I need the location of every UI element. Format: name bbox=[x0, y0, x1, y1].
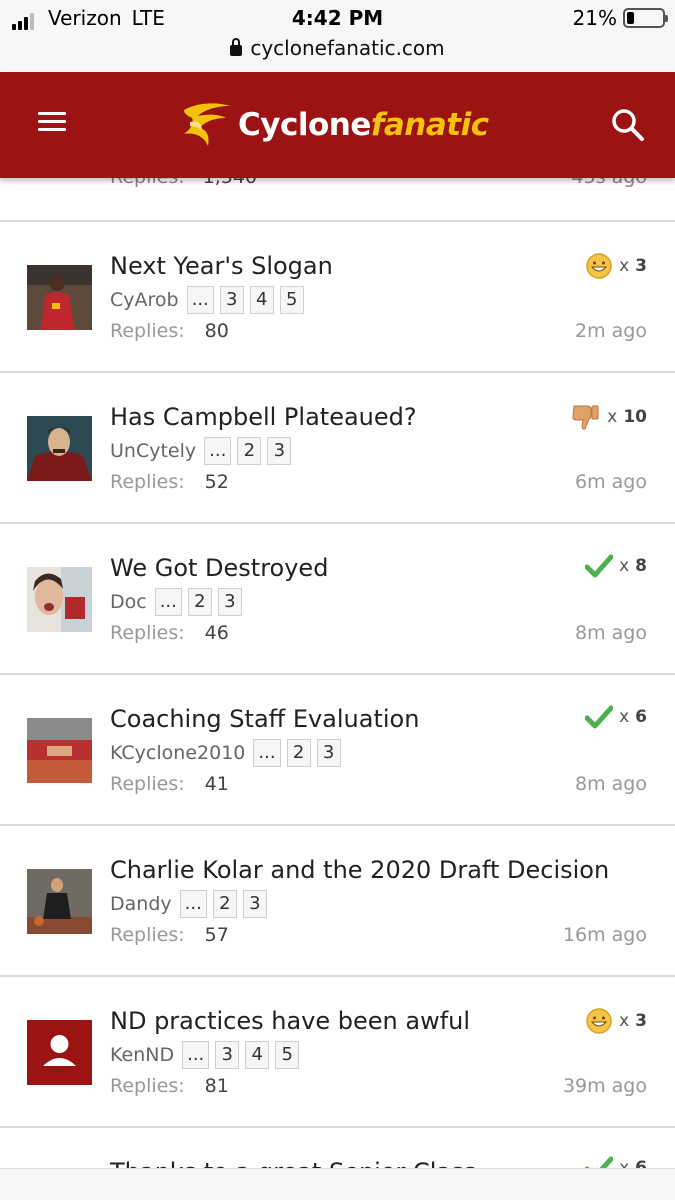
reaction-count: 3 bbox=[635, 256, 647, 276]
last-post-time: 6m ago bbox=[575, 471, 647, 493]
topic-row[interactable]: Has Campbell Plateaued? UnCytely ... 2 3… bbox=[0, 373, 675, 524]
topic-meta: Dandy ... 2 3 bbox=[110, 890, 267, 918]
page-link[interactable]: 3 bbox=[242, 890, 267, 918]
topic-title[interactable]: Coaching Staff Evaluation bbox=[110, 705, 419, 733]
topic-row[interactable]: Charlie Kolar and the 2020 Draft Decisio… bbox=[0, 826, 675, 977]
reply-count: Replies: 41 bbox=[110, 773, 229, 795]
reply-count: Replies: 46 bbox=[110, 622, 229, 644]
page-link[interactable]: 3 bbox=[316, 739, 341, 767]
address-bar[interactable]: cyclonefanatic.com bbox=[0, 36, 675, 60]
last-post-time: 8m ago bbox=[575, 622, 647, 644]
reaction-badge[interactable]: x 10 bbox=[571, 403, 647, 431]
checkmark-icon bbox=[585, 554, 614, 578]
topic-meta: KCyclone2010 ... 2 3 bbox=[110, 739, 341, 767]
browser-toolbar bbox=[0, 1168, 675, 1200]
page-link[interactable]: 2 bbox=[187, 588, 212, 616]
default-user-icon bbox=[27, 1020, 92, 1085]
url-text: cyclonefanatic.com bbox=[250, 36, 445, 60]
battery-icon bbox=[623, 8, 668, 28]
page-link[interactable]: 3 bbox=[215, 1041, 240, 1069]
topic-meta: UnCytely ... 2 3 bbox=[110, 437, 292, 465]
reply-count: Replies: 52 bbox=[110, 471, 229, 493]
author-name[interactable]: Doc bbox=[110, 591, 147, 613]
site-logo[interactable]: Cyclonefanatic bbox=[180, 98, 489, 152]
hamburger-menu-icon[interactable] bbox=[38, 112, 66, 134]
topic-row[interactable]: We Got Destroyed Doc ... 2 3 Replies: 46 … bbox=[0, 524, 675, 675]
grin-emoji-icon bbox=[586, 1008, 612, 1034]
topic-title[interactable]: Next Year's Slogan bbox=[110, 252, 333, 280]
topic-row[interactable]: Next Year's Slogan CyArob ... 3 4 5 Repl… bbox=[0, 222, 675, 373]
author-name[interactable]: KenND bbox=[110, 1044, 174, 1066]
cyclone-logo-icon bbox=[184, 103, 230, 146]
page-link[interactable]: ... bbox=[204, 437, 232, 465]
last-post-time: 39m ago bbox=[562, 1075, 647, 1097]
last-post-time: 2m ago bbox=[575, 320, 647, 342]
topic-title[interactable]: Charlie Kolar and the 2020 Draft Decisio… bbox=[110, 856, 609, 884]
page-link[interactable]: 2 bbox=[237, 437, 262, 465]
thumbs-down-icon bbox=[572, 405, 599, 430]
avatar[interactable] bbox=[27, 265, 92, 330]
avatar[interactable] bbox=[27, 416, 92, 481]
page-link[interactable]: ... bbox=[186, 286, 214, 314]
avatar[interactable] bbox=[27, 567, 92, 632]
page-link[interactable]: ... bbox=[154, 588, 182, 616]
grin-emoji-icon bbox=[586, 253, 612, 279]
page-link[interactable]: 4 bbox=[249, 286, 274, 314]
page-link[interactable]: 2 bbox=[212, 890, 237, 918]
page-link[interactable]: 3 bbox=[217, 588, 242, 616]
last-post-time: 8m ago bbox=[575, 773, 647, 795]
page-link[interactable]: 5 bbox=[275, 1041, 300, 1069]
topic-title[interactable]: ND practices have been awful bbox=[110, 1007, 470, 1035]
logo-wordmark: Cyclonefanatic bbox=[238, 107, 489, 143]
reaction-badge[interactable]: x3 bbox=[585, 1007, 647, 1035]
search-icon[interactable] bbox=[611, 108, 645, 142]
page-link[interactable]: 4 bbox=[245, 1041, 270, 1069]
reaction-badge[interactable]: x3 bbox=[585, 252, 647, 280]
reaction-count: 6 bbox=[635, 707, 647, 727]
page-link[interactable]: ... bbox=[179, 890, 207, 918]
topic-row[interactable]: ND practices have been awful KenND ... 3… bbox=[0, 977, 675, 1128]
reaction-count: 8 bbox=[635, 556, 647, 576]
page-link[interactable]: ... bbox=[182, 1041, 210, 1069]
reply-count: Replies: 57 bbox=[110, 924, 229, 946]
author-name[interactable]: CyArob bbox=[110, 289, 179, 311]
page-link[interactable]: 3 bbox=[219, 286, 244, 314]
avatar[interactable] bbox=[27, 869, 92, 934]
last-post-time: 45s ago bbox=[572, 178, 647, 188]
last-post-time: 16m ago bbox=[562, 924, 647, 946]
lock-icon bbox=[230, 38, 243, 56]
reply-count: Replies: 80 bbox=[110, 320, 229, 342]
topic-row-partial-top[interactable]: Replies: 1,540 45s ago bbox=[0, 178, 675, 222]
reaction-badge[interactable]: x8 bbox=[585, 554, 647, 578]
reply-count: Replies: 81 bbox=[110, 1075, 229, 1097]
topic-row[interactable]: Coaching Staff Evaluation KCyclone2010 .… bbox=[0, 675, 675, 826]
author-name[interactable]: UnCytely bbox=[110, 440, 196, 462]
battery-status: 21% bbox=[572, 6, 668, 30]
topic-meta: Doc ... 2 3 bbox=[110, 588, 242, 616]
author-name[interactable]: Dandy bbox=[110, 893, 172, 915]
topic-title[interactable]: Has Campbell Plateaued? bbox=[110, 403, 417, 431]
site-header: Cyclonefanatic bbox=[0, 72, 675, 178]
page-link[interactable]: 3 bbox=[267, 437, 292, 465]
page-link[interactable]: ... bbox=[253, 739, 281, 767]
author-name[interactable]: KCyclone2010 bbox=[110, 742, 245, 764]
ios-status-bar: Verizon LTE 4:42 PM 21% cyclonefanatic.c… bbox=[0, 0, 675, 72]
page-link[interactable]: 5 bbox=[279, 286, 304, 314]
battery-percent: 21% bbox=[572, 6, 617, 30]
reaction-badge[interactable]: x6 bbox=[585, 705, 647, 729]
reaction-count: 3 bbox=[635, 1011, 647, 1031]
page-link[interactable]: 2 bbox=[286, 739, 311, 767]
reply-count: Replies: 1,540 bbox=[110, 178, 257, 188]
avatar[interactable] bbox=[27, 1020, 92, 1085]
topic-meta: CyArob ... 3 4 5 bbox=[110, 286, 304, 314]
topic-title[interactable]: We Got Destroyed bbox=[110, 554, 328, 582]
reaction-count: 10 bbox=[623, 407, 647, 427]
avatar[interactable] bbox=[27, 718, 92, 783]
checkmark-icon bbox=[585, 705, 614, 729]
topic-meta: KenND ... 3 4 5 bbox=[110, 1041, 300, 1069]
